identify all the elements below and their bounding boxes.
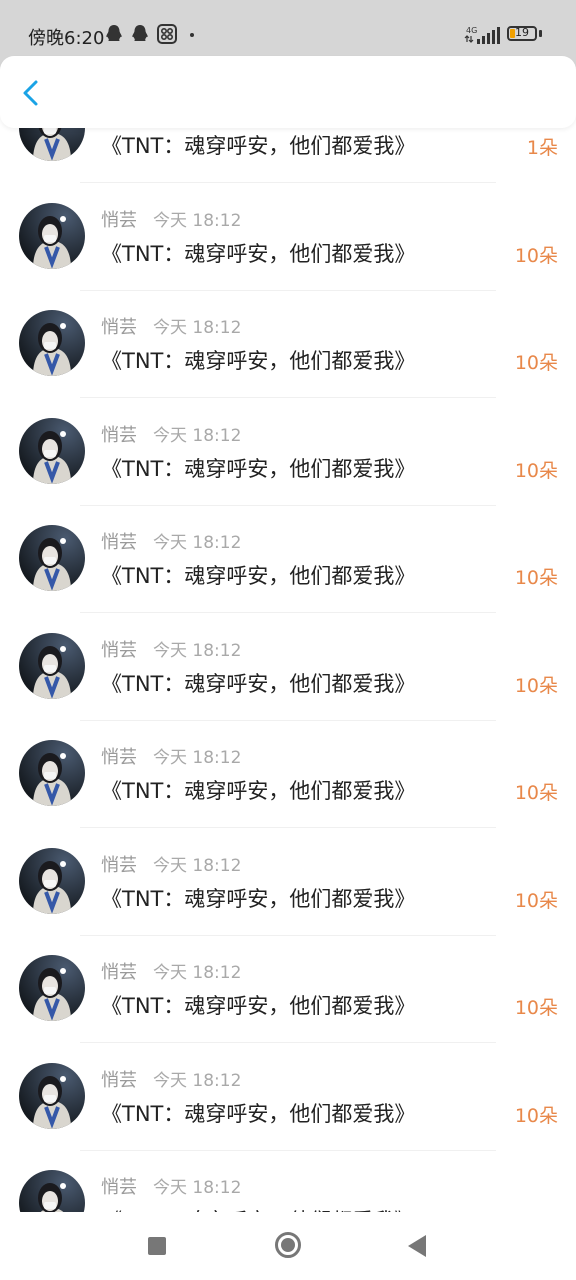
book-title: 《TNT：魂穿呼安，他们都爱我》 <box>101 349 416 373</box>
flower-count: 10朵 <box>514 674 558 697</box>
book-title: 《TNT：魂穿呼安，他们都爱我》 <box>101 134 416 158</box>
timestamp: 今天 18:12 <box>153 855 242 876</box>
gift-record-list: 《TNT：魂穿呼安，他们都爱我》 1朵 悄芸 今天 18:12 《TNT：魂穿呼… <box>0 0 576 1212</box>
back-triangle-icon[interactable] <box>408 1235 426 1257</box>
sender-name: 悄芸 <box>101 962 137 983</box>
avatar[interactable] <box>19 955 85 1021</box>
timestamp: 今天 18:12 <box>153 210 242 231</box>
flower-count: 10朵 <box>514 1104 558 1127</box>
timestamp: 今天 18:12 <box>153 425 242 446</box>
flower-count: 10朵 <box>514 782 558 804</box>
sender-name: 悄芸 <box>101 854 137 876</box>
book-title: 《TNT：魂穿呼安，他们都爱我》 <box>101 241 416 266</box>
flower-count: 10朵 <box>514 352 558 374</box>
flower-count: 10朵 <box>514 889 558 912</box>
list-item[interactable]: 悄芸 今天 18:12 《TNT：魂穿呼安，他们都爱我》 10朵 <box>0 184 576 291</box>
book-title: 《TNT：魂穿呼安，他们都爱我》 <box>101 779 416 803</box>
sender-name: 悄芸 <box>101 1177 137 1198</box>
book-title: 《TNT：魂穿呼安，他们都爱我》 <box>101 456 416 481</box>
sender-name: 悄芸 <box>101 209 137 231</box>
list-item[interactable]: 悄芸 今天 18:12 《TNT：魂穿呼安，他们都爱我》 10朵 <box>0 614 576 721</box>
flower-count: 10朵 <box>514 459 558 482</box>
chevron-left-icon[interactable] <box>14 76 48 110</box>
sender-name: 悄芸 <box>101 532 137 553</box>
avatar[interactable] <box>19 310 85 376</box>
book-title: 《TNT：魂穿呼安，他们都爱我》 <box>101 886 416 911</box>
sender-name: 悄芸 <box>101 747 137 768</box>
timestamp: 今天 18:12 <box>153 533 242 553</box>
avatar[interactable] <box>19 202 85 269</box>
timestamp: 今天 18:12 <box>153 963 242 983</box>
sender-name: 悄芸 <box>101 317 137 338</box>
book-title: 《TNT：魂穿呼安，他们都爱我》 <box>101 1205 415 1212</box>
avatar[interactable] <box>19 1170 85 1212</box>
list-item[interactable]: 悄芸 今天 18:12 《TNT：魂穿呼安，他们都爱我》 10朵 <box>0 721 576 828</box>
book-title: 《TNT：魂穿呼安，他们都爱我》 <box>101 994 416 1018</box>
timestamp: 今天 18:12 <box>153 1070 242 1091</box>
list-item[interactable]: 悄芸 今天 18:12 《TNT：魂穿呼安，他们都爱我》 10朵 <box>0 506 576 613</box>
list-item[interactable]: 悄芸 今天 18:12 《TNT：魂穿呼安，他们都爱我》 1朵 <box>0 1151 576 1212</box>
flower-count: 10朵 <box>514 244 558 267</box>
flower-count: 1朵 <box>526 137 558 159</box>
flower-count: 10朵 <box>514 997 558 1019</box>
book-title: 《TNT：魂穿呼安，他们都爱我》 <box>101 671 416 696</box>
home-circle-icon[interactable] <box>275 1232 301 1258</box>
sender-name: 悄芸 <box>101 424 137 446</box>
book-title: 《TNT：魂穿呼安，他们都爱我》 <box>101 1101 416 1126</box>
avatar[interactable] <box>19 632 85 699</box>
timestamp: 今天 18:12 <box>153 748 242 768</box>
timestamp: 今天 18:12 <box>153 1178 242 1198</box>
sender-name: 悄芸 <box>101 639 137 661</box>
recents-square-icon[interactable] <box>148 1237 166 1255</box>
avatar[interactable] <box>19 740 85 806</box>
system-navigation-bar <box>0 1212 576 1280</box>
list-item[interactable]: 悄芸 今天 18:12 《TNT：魂穿呼安，他们都爱我》 10朵 <box>0 936 576 1043</box>
avatar[interactable] <box>19 417 85 484</box>
timestamp: 今天 18:12 <box>153 318 242 338</box>
top-app-bar <box>0 56 576 128</box>
book-title: 《TNT：魂穿呼安，他们都爱我》 <box>101 564 416 588</box>
timestamp: 今天 18:12 <box>153 640 242 661</box>
avatar[interactable] <box>19 525 85 591</box>
sender-name: 悄芸 <box>101 1069 137 1091</box>
list-item[interactable]: 悄芸 今天 18:12 《TNT：魂穿呼安，他们都爱我》 10朵 <box>0 1044 576 1151</box>
list-item[interactable]: 悄芸 今天 18:12 《TNT：魂穿呼安，他们都爱我》 10朵 <box>0 291 576 398</box>
flower-count: 10朵 <box>514 567 558 589</box>
list-item[interactable]: 悄芸 今天 18:12 《TNT：魂穿呼安，他们都爱我》 10朵 <box>0 399 576 506</box>
avatar[interactable] <box>19 1062 85 1129</box>
list-item[interactable]: 悄芸 今天 18:12 《TNT：魂穿呼安，他们都爱我》 10朵 <box>0 829 576 936</box>
avatar[interactable] <box>19 847 85 914</box>
